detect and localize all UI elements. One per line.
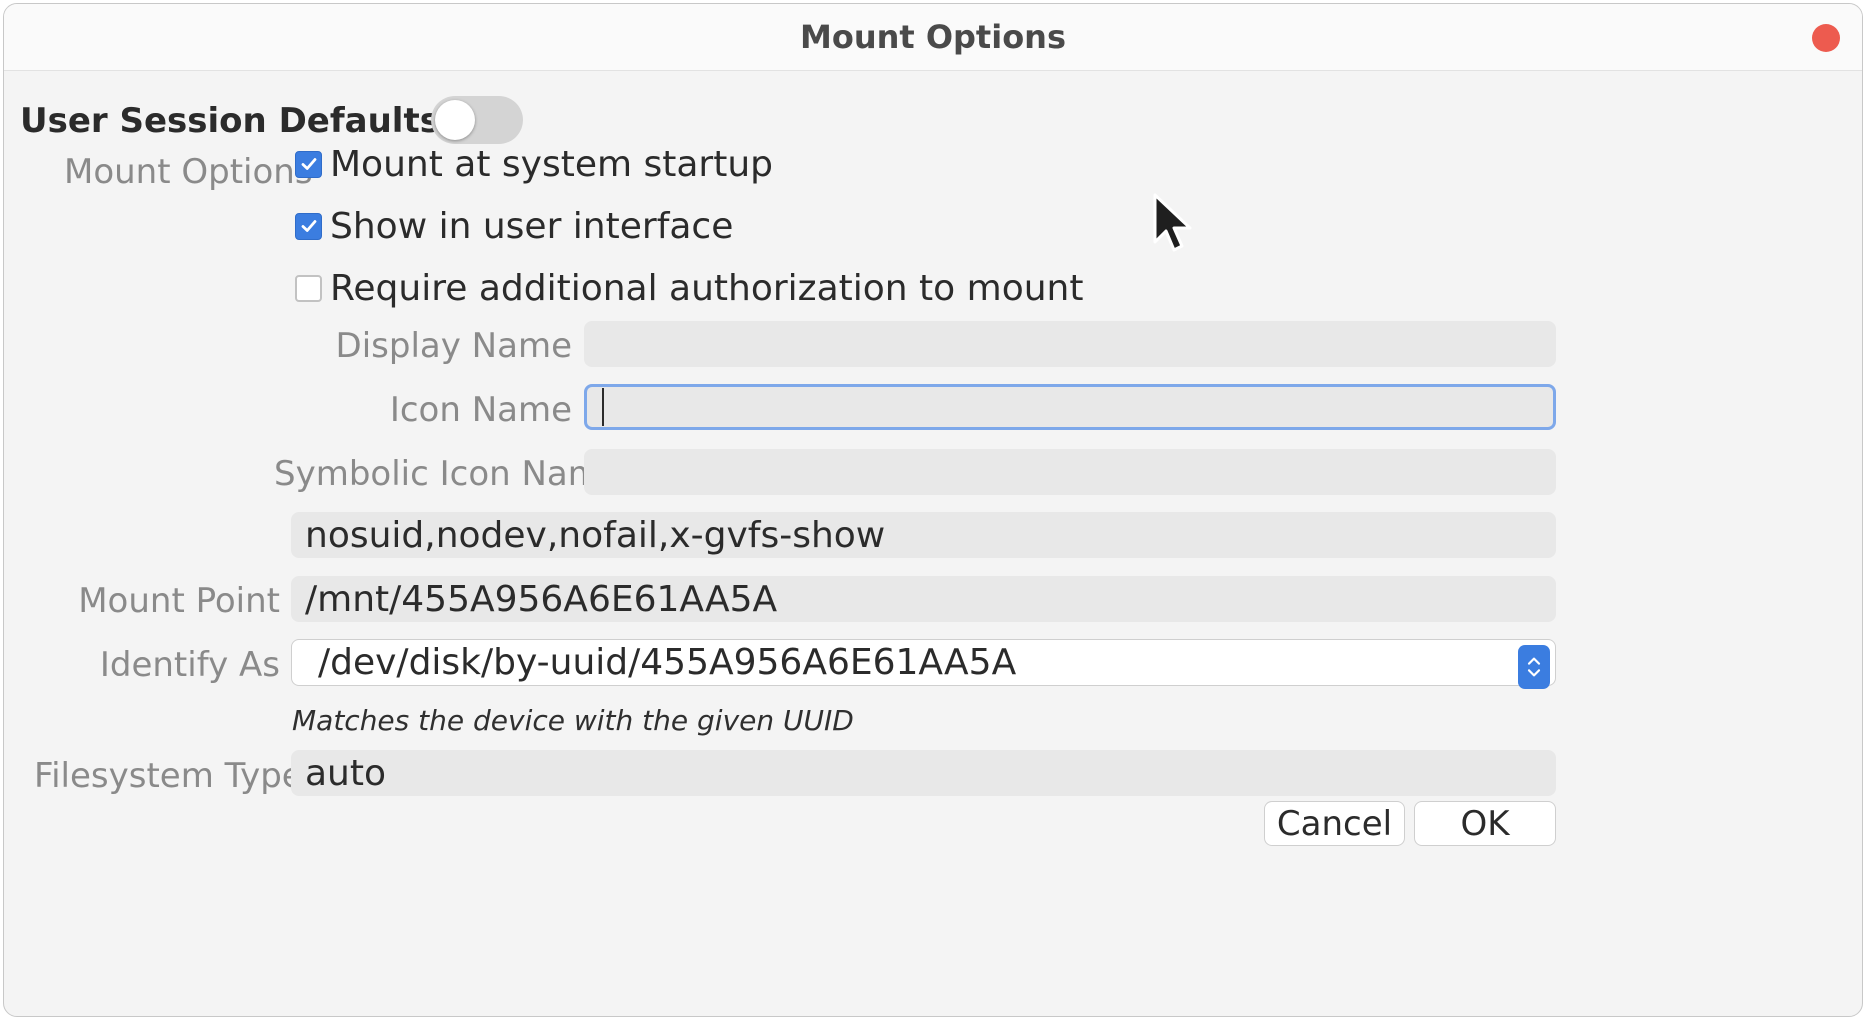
identify-as-value: /dev/disk/by-uuid/455A956A6E61AA5A bbox=[318, 642, 1017, 683]
titlebar: Mount Options bbox=[4, 4, 1862, 71]
filesystem-type-label: Filesystem Type bbox=[34, 756, 303, 796]
ok-button[interactable]: OK bbox=[1414, 801, 1556, 846]
icon-name-input[interactable] bbox=[584, 384, 1556, 430]
checkbox-require-auth[interactable]: Require additional authorization to moun… bbox=[295, 265, 1083, 311]
filesystem-type-input[interactable]: auto bbox=[291, 750, 1556, 796]
mount-options-dialog: Mount Options User Session Defaults Moun… bbox=[3, 3, 1863, 1017]
mount-point-label: Mount Point bbox=[78, 581, 280, 621]
check-icon[interactable] bbox=[295, 150, 322, 178]
check-icon[interactable] bbox=[295, 212, 322, 240]
checkbox-label: Require additional authorization to moun… bbox=[330, 267, 1084, 309]
mount-point-input[interactable]: /mnt/455A956A6E61AA5A bbox=[291, 576, 1556, 622]
text-caret bbox=[602, 388, 604, 426]
checkbox-label: Mount at system startup bbox=[330, 143, 774, 185]
identify-as-select[interactable]: /dev/disk/by-uuid/455A956A6E61AA5A bbox=[291, 639, 1556, 689]
mount-options-input[interactable]: nosuid,nodev,nofail,x-gvfs-show bbox=[291, 512, 1556, 558]
checkbox-label: Show in user interface bbox=[330, 205, 734, 247]
icon-name-label: Icon Name bbox=[389, 390, 572, 430]
display-name-input[interactable] bbox=[584, 321, 1556, 367]
symbolic-icon-name-input[interactable] bbox=[584, 449, 1556, 495]
checkbox-mount-at-startup[interactable]: Mount at system startup bbox=[295, 141, 773, 187]
close-icon[interactable] bbox=[1812, 24, 1840, 52]
window-title: Mount Options bbox=[799, 18, 1066, 56]
user-session-defaults-label: User Session Defaults bbox=[20, 101, 440, 141]
checkbox-empty[interactable] bbox=[295, 274, 322, 302]
cancel-button[interactable]: Cancel bbox=[1264, 801, 1405, 846]
symbolic-icon-name-label: Symbolic Icon Name bbox=[274, 454, 622, 494]
checkbox-show-in-ui[interactable]: Show in user interface bbox=[295, 203, 733, 249]
user-session-defaults-toggle[interactable] bbox=[431, 96, 523, 144]
display-name-label: Display Name bbox=[335, 326, 572, 366]
identify-as-hint: Matches the device with the given UUID bbox=[292, 704, 854, 737]
mount-options-label: Mount Options bbox=[64, 152, 313, 192]
mouse-pointer-icon bbox=[1153, 193, 1192, 252]
toggle-knob bbox=[435, 100, 475, 140]
spinner-arrows-icon[interactable] bbox=[1518, 645, 1550, 689]
identify-as-label: Identify As bbox=[99, 645, 280, 685]
